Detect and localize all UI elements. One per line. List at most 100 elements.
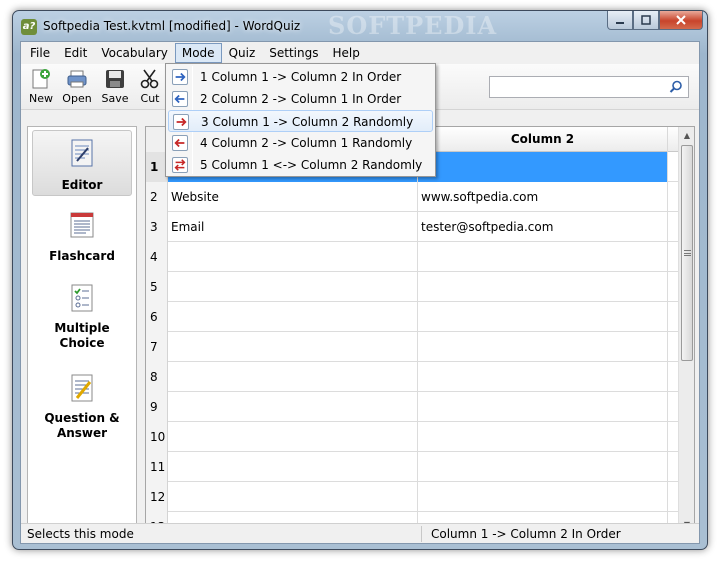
cell-column-1[interactable] <box>168 242 418 272</box>
arrow-right-red-icon <box>173 114 189 130</box>
mode-sidebar: Editor Flashcard Multiple Choice Questio… <box>27 126 137 536</box>
open-printer-icon <box>67 70 87 88</box>
sidebar-item-multiple-choice[interactable]: Multiple Choice <box>32 283 132 363</box>
menu-item-col2-to-col1-randomly[interactable]: 4 Column 2 -> Column 1 Randomly <box>168 132 433 154</box>
cell-column-2[interactable] <box>418 362 668 392</box>
arrow-left-blue-icon <box>172 91 188 107</box>
menu-item-label: 5 Column 1 <-> Column 2 Randomly <box>200 158 423 172</box>
row-number[interactable]: 10 <box>146 422 168 452</box>
menu-item-col2-to-col1-in-order[interactable]: 2 Column 2 -> Column 1 In Order <box>168 88 433 110</box>
sidebar-item-label: Editor <box>61 178 103 192</box>
cell-column-1[interactable]: Email <box>168 212 418 242</box>
table-row[interactable]: 5 <box>146 272 678 302</box>
cell-column-2[interactable]: www.softpedia.com <box>418 182 668 212</box>
cell-column-1[interactable] <box>168 422 418 452</box>
menu-item-col1-to-col2-randomly[interactable]: 3 Column 1 -> Column 2 Randomly <box>168 110 433 132</box>
scroll-thumb[interactable] <box>681 145 693 361</box>
cell-column-1[interactable] <box>168 452 418 482</box>
sidebar-item-label: Multiple Choice <box>54 321 110 350</box>
cell-column-1[interactable] <box>168 362 418 392</box>
cell-column-1[interactable] <box>168 332 418 362</box>
table-row[interactable]: 6 <box>146 302 678 332</box>
maximize-icon <box>641 15 651 25</box>
search-input[interactable] <box>489 76 689 98</box>
cell-column-2[interactable]: : <box>418 152 668 182</box>
sidebar-item-question-answer[interactable]: Question & Answer <box>32 373 132 453</box>
row-number[interactable]: 4 <box>146 242 168 272</box>
menu-item-label: 2 Column 2 -> Column 1 In Order <box>200 92 402 106</box>
menu-quiz[interactable]: Quiz <box>222 43 263 63</box>
menu-settings[interactable]: Settings <box>262 43 325 63</box>
cell-column-1[interactable] <box>168 302 418 332</box>
row-number[interactable]: 8 <box>146 362 168 392</box>
row-number[interactable]: 2 <box>146 182 168 212</box>
menu-vocabulary[interactable]: Vocabulary <box>94 43 175 63</box>
status-bar: Selects this mode Column 1 -> Column 2 I… <box>21 523 699 543</box>
menu-edit[interactable]: Edit <box>57 43 94 63</box>
menu-item-col1-to-col2-in-order[interactable]: 1 Column 1 -> Column 2 In Order <box>168 66 433 88</box>
scroll-up-arrow-icon[interactable]: ▲ <box>679 128 694 144</box>
menu-file[interactable]: File <box>23 43 57 63</box>
arrow-left-red-icon <box>172 135 188 151</box>
search-icon[interactable] <box>669 80 683 94</box>
menu-item-label: 3 Column 1 -> Column 2 Randomly <box>201 115 414 129</box>
status-mode: Column 1 -> Column 2 In Order <box>431 527 621 541</box>
menu-item-col1-col2-randomly[interactable]: 5 Column 1 <-> Column 2 Randomly <box>168 154 433 176</box>
minimize-button[interactable] <box>607 11 633 30</box>
close-button[interactable] <box>659 11 703 30</box>
save-label: Save <box>101 92 129 105</box>
row-number[interactable]: 5 <box>146 272 168 302</box>
maximize-button[interactable] <box>633 11 659 30</box>
cell-column-1[interactable]: Website <box>168 182 418 212</box>
wordquiz-app-icon[interactable]: a? <box>21 19 37 35</box>
cell-column-2[interactable] <box>418 242 668 272</box>
cell-column-2[interactable] <box>418 422 668 452</box>
minimize-icon <box>616 22 624 24</box>
open-label: Open <box>62 92 92 105</box>
table-row[interactable]: 2 Website www.softpedia.com <box>146 182 678 212</box>
table-row[interactable]: 12 <box>146 482 678 512</box>
row-number[interactable]: 7 <box>146 332 168 362</box>
menu-item-label: 1 Column 1 -> Column 2 In Order <box>200 70 402 84</box>
title-bar[interactable]: a? Softpedia Test.kvtml [modified] - Wor… <box>13 11 707 41</box>
cell-column-2[interactable] <box>418 302 668 332</box>
cell-column-2[interactable] <box>418 452 668 482</box>
menu-help[interactable]: Help <box>325 43 366 63</box>
row-number[interactable]: 11 <box>146 452 168 482</box>
sidebar-item-flashcard[interactable]: Flashcard <box>32 209 132 269</box>
new-label: New <box>29 92 53 105</box>
table-row[interactable]: 9 <box>146 392 678 422</box>
arrow-both-red-icon <box>172 157 188 173</box>
save-button[interactable]: Save <box>97 66 133 108</box>
table-row[interactable]: 4 <box>146 242 678 272</box>
save-disk-icon <box>106 70 124 88</box>
open-button[interactable]: Open <box>59 66 95 108</box>
menu-mode[interactable]: Mode <box>174 43 222 63</box>
mode-dropdown-menu: 1 Column 1 -> Column 2 In Order 2 Column… <box>165 63 436 177</box>
cell-column-1[interactable] <box>168 392 418 422</box>
column-2-header[interactable]: Column 2 <box>418 127 668 152</box>
table-row[interactable]: 11 <box>146 452 678 482</box>
table-row[interactable]: 7 <box>146 332 678 362</box>
table-row[interactable]: 10 <box>146 422 678 452</box>
table-row[interactable]: 3 Email tester@softpedia.com <box>146 212 678 242</box>
sidebar-item-label: Question & Answer <box>44 411 120 440</box>
cell-column-2[interactable] <box>418 332 668 362</box>
cell-column-1[interactable] <box>168 482 418 512</box>
new-button[interactable]: New <box>23 66 59 108</box>
window-controls <box>607 11 703 31</box>
cell-column-2[interactable] <box>418 392 668 422</box>
cell-column-2[interactable]: tester@softpedia.com <box>418 212 668 242</box>
flashcard-icon <box>70 212 94 238</box>
sidebar-item-editor[interactable]: Editor <box>32 130 132 196</box>
cell-column-2[interactable] <box>418 272 668 302</box>
row-number[interactable]: 6 <box>146 302 168 332</box>
row-number[interactable]: 9 <box>146 392 168 422</box>
cell-column-2[interactable] <box>418 482 668 512</box>
cell-column-1[interactable] <box>168 272 418 302</box>
table-row[interactable]: 8 <box>146 362 678 392</box>
vertical-scrollbar[interactable]: ▲ ▼ <box>678 127 694 535</box>
row-number[interactable]: 12 <box>146 482 168 512</box>
cut-button[interactable]: Cut <box>136 66 164 108</box>
row-number[interactable]: 3 <box>146 212 168 242</box>
